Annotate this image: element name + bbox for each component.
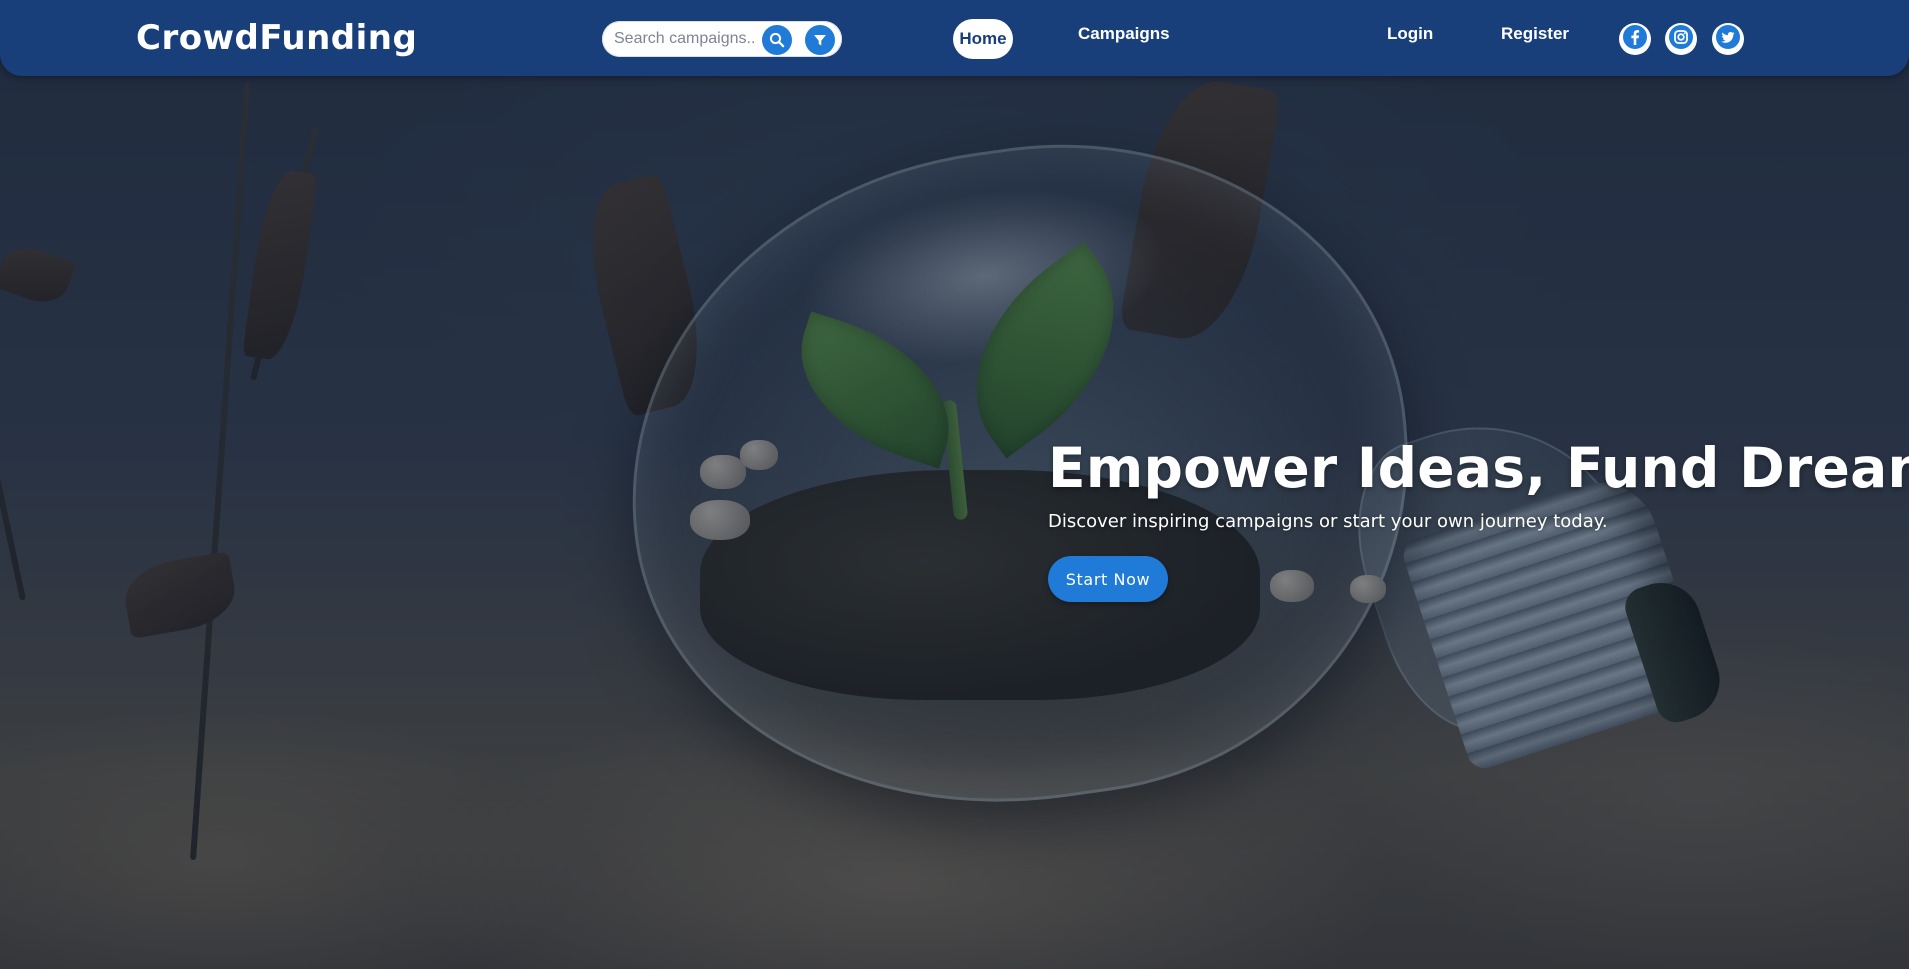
- search-input[interactable]: [612, 27, 758, 51]
- hero-title: Empower Ideas, Fund Dreams: [1048, 436, 1909, 500]
- instagram-link[interactable]: [1665, 23, 1697, 55]
- nav-link-login[interactable]: Login: [1387, 24, 1433, 44]
- nav-link-home[interactable]: Home: [953, 19, 1013, 59]
- instagram-icon: [1668, 24, 1694, 54]
- twitter-link[interactable]: [1712, 23, 1744, 55]
- facebook-icon: [1622, 24, 1648, 54]
- facebook-link[interactable]: [1619, 23, 1651, 55]
- navbar: CrowdFunding Home Campaign: [0, 0, 1909, 76]
- nav-link-campaigns[interactable]: Campaigns: [1078, 24, 1170, 44]
- search-button[interactable]: [762, 25, 792, 55]
- nav-link-register[interactable]: Register: [1501, 24, 1569, 44]
- page: CrowdFunding Home Campaign: [0, 0, 1909, 969]
- filter-icon: [813, 33, 827, 47]
- hero-subtitle: Discover inspiring campaigns or start yo…: [1048, 511, 1608, 532]
- search-icon: [769, 32, 785, 48]
- search-box: [602, 21, 842, 57]
- start-now-button[interactable]: Start Now: [1048, 556, 1168, 602]
- filter-button[interactable]: [805, 25, 835, 55]
- brand-logo[interactable]: CrowdFunding: [136, 18, 417, 58]
- twitter-icon: [1715, 24, 1741, 54]
